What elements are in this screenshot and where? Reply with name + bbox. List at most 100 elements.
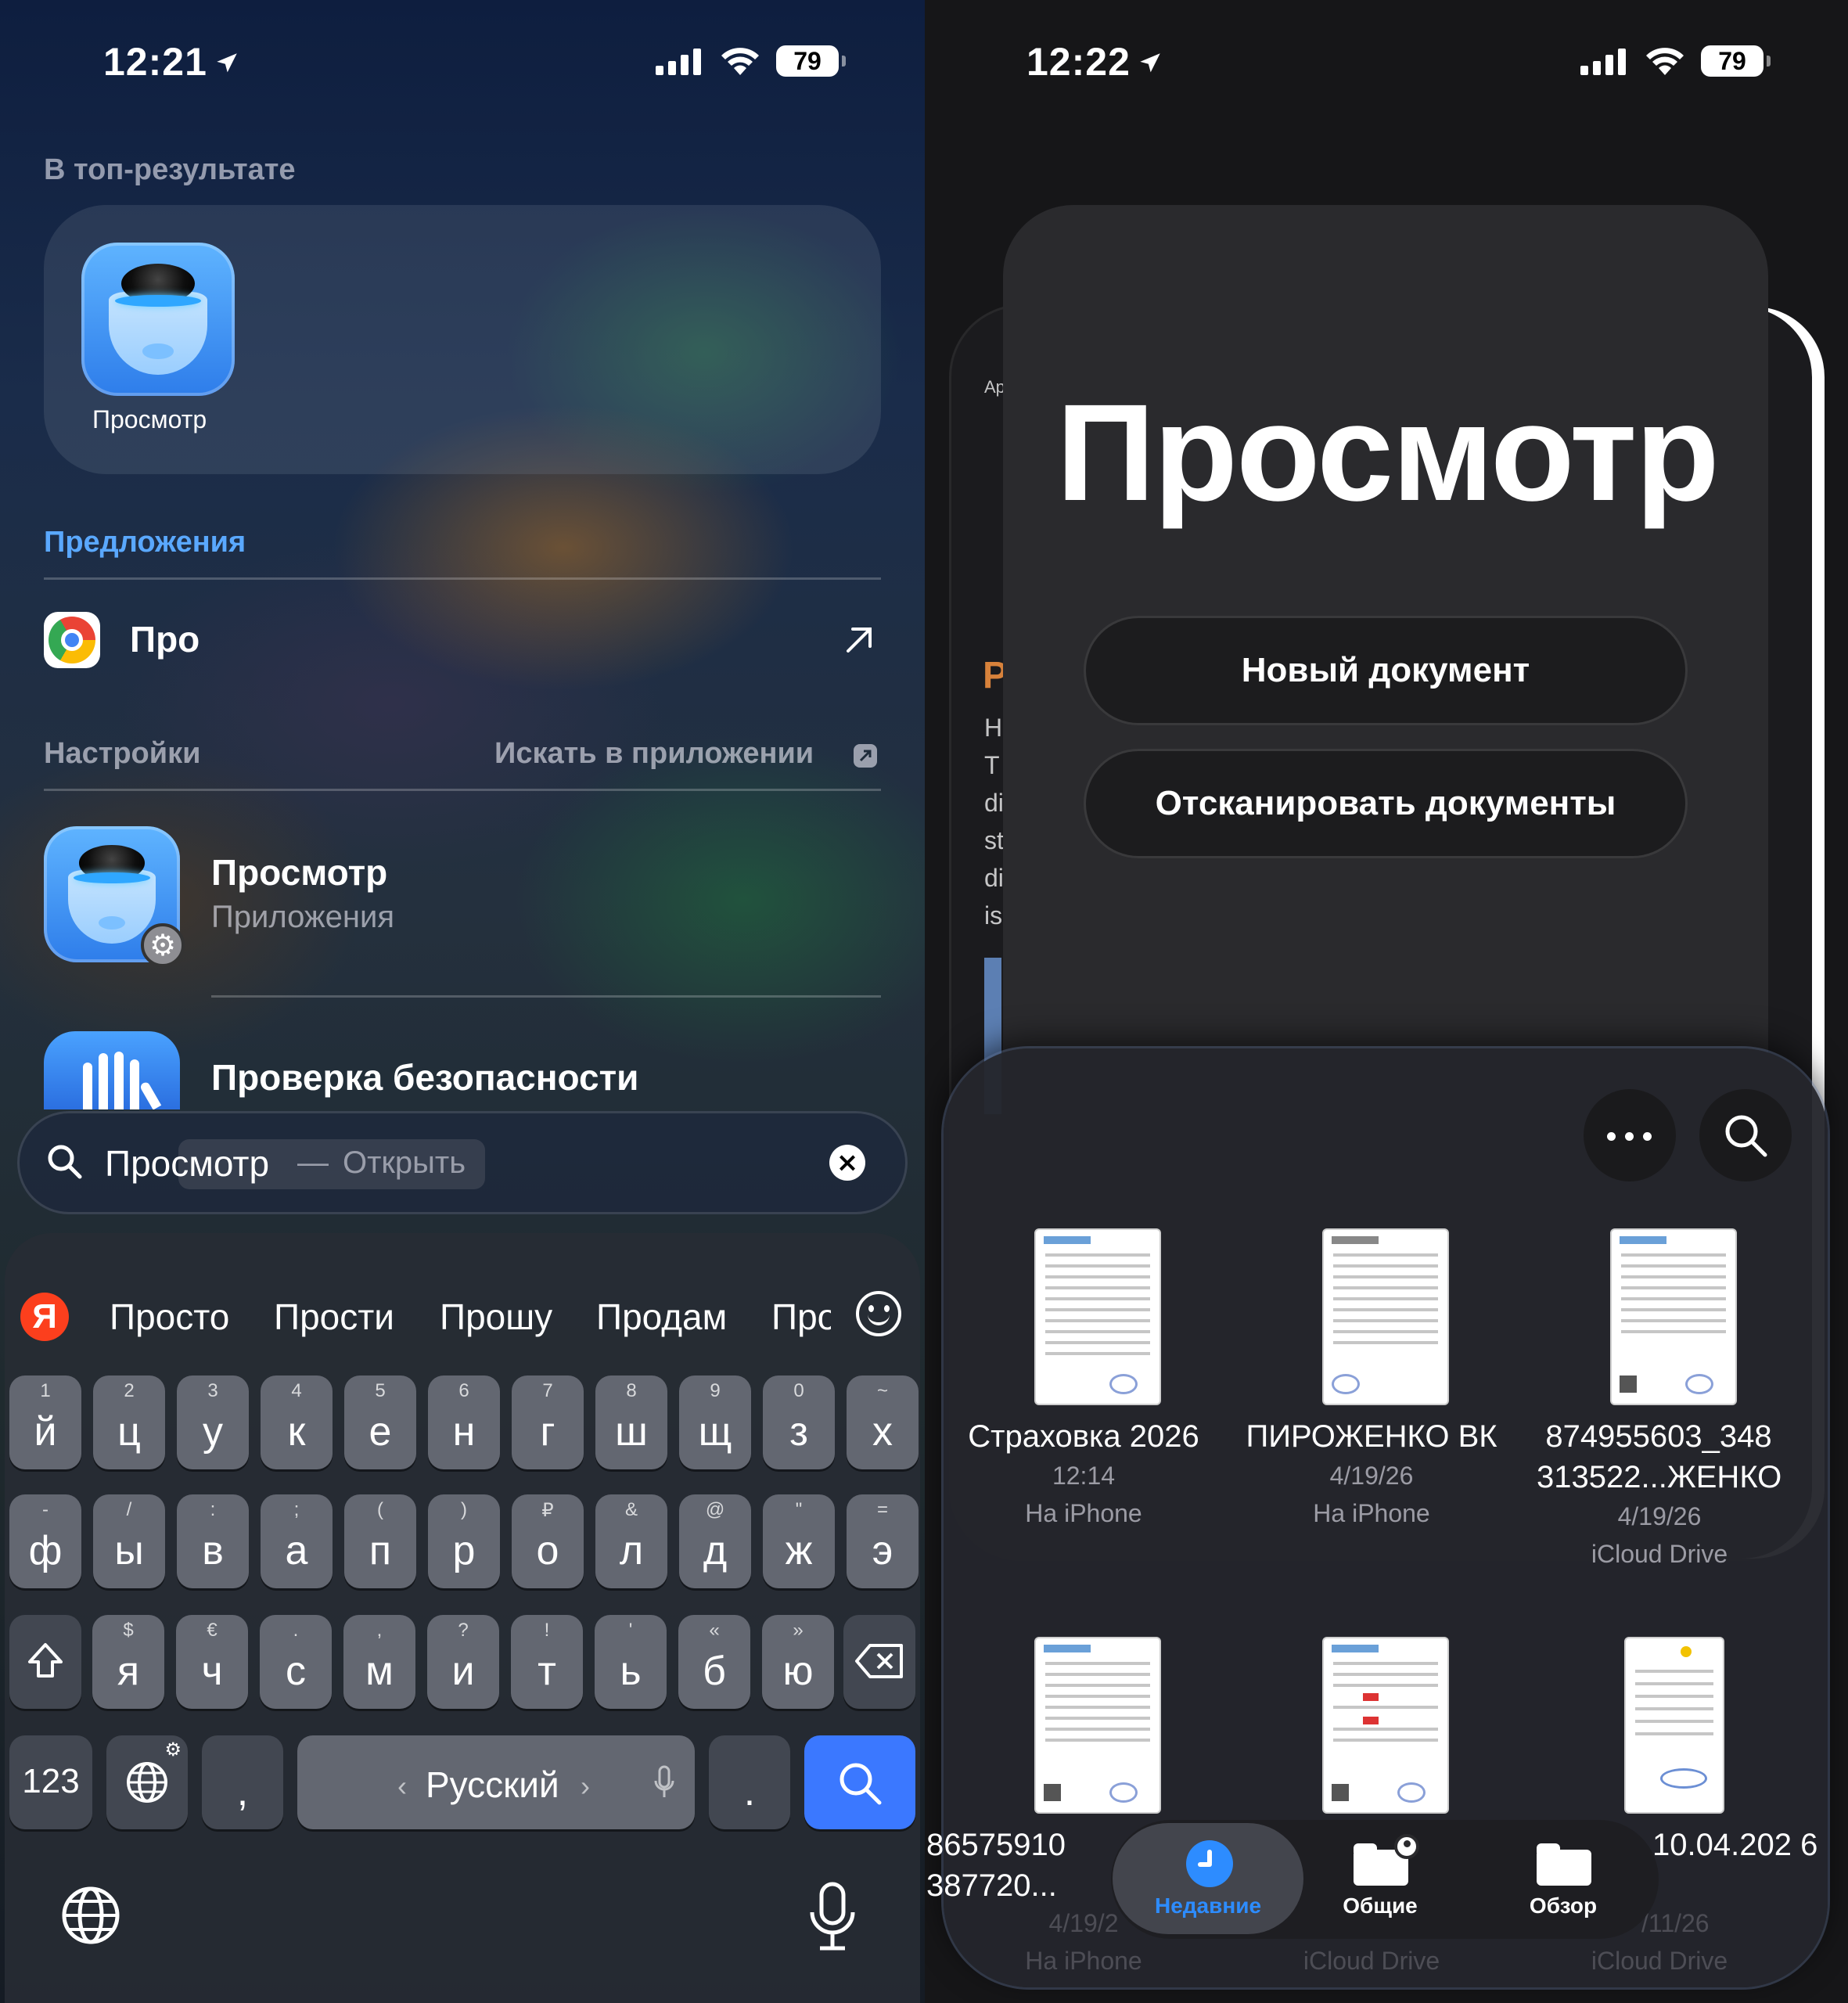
key-label: ц	[117, 1409, 141, 1455]
preview-app-icon[interactable]	[81, 243, 235, 396]
search-button[interactable]	[1699, 1089, 1792, 1181]
shift-key[interactable]	[9, 1615, 81, 1709]
keyboard-suggestion[interactable]: Прости	[274, 1296, 394, 1338]
letter-key[interactable]: :в	[177, 1494, 249, 1588]
letter-key[interactable]: ; а	[261, 1494, 333, 1588]
key-label: р	[452, 1528, 476, 1573]
keyboard-suggestion[interactable]: Про	[771, 1296, 831, 1338]
tab-browse[interactable]: Обзор	[1485, 1893, 1641, 1918]
numbers-key[interactable]: 123	[9, 1735, 92, 1829]
scan-documents-button[interactable]: Отсканировать документы	[1086, 751, 1685, 856]
letter-key[interactable]: .с	[260, 1615, 332, 1709]
result-title[interactable]: Просмотр	[211, 851, 387, 894]
letter-key[interactable]: «б	[678, 1615, 750, 1709]
letter-key[interactable]: -ф	[9, 1494, 81, 1588]
letter-key[interactable]: (п	[344, 1494, 416, 1588]
document-thumbnail[interactable]	[1626, 1638, 1723, 1812]
key-label: с	[286, 1649, 306, 1694]
letter-key[interactable]: $ я	[92, 1615, 164, 1709]
letter-key[interactable]: ,м	[343, 1615, 415, 1709]
document-thumbnail[interactable]	[1324, 1638, 1447, 1812]
arrow-up-right-icon[interactable]	[842, 623, 876, 657]
file-name[interactable]: 86575910 387720...	[926, 1825, 1098, 1906]
folder-icon[interactable]	[1537, 1843, 1591, 1886]
clear-icon[interactable]: ×	[829, 1145, 865, 1181]
letter-key[interactable]: 7г	[512, 1375, 584, 1469]
letter-key[interactable]: 1й	[9, 1375, 81, 1469]
letter-key[interactable]: 4к	[261, 1375, 333, 1469]
key-label: ы	[114, 1528, 144, 1573]
suggestions-header: Предложения	[44, 526, 246, 559]
letter-key[interactable]: ' ь	[595, 1615, 667, 1709]
letter-key[interactable]: 0з	[763, 1375, 835, 1469]
file-name[interactable]: Страховка 2026	[947, 1416, 1221, 1457]
new-document-button[interactable]: Новый документ	[1086, 618, 1685, 723]
tab-shared[interactable]: Общие	[1302, 1893, 1458, 1918]
key-label: к	[287, 1409, 306, 1455]
peek-text: Н	[984, 714, 1003, 742]
letter-key[interactable]: ~ х	[847, 1375, 919, 1469]
tab-recents[interactable]: Недавние	[1130, 1893, 1286, 1918]
letter-key[interactable]: » ю	[762, 1615, 834, 1709]
divider	[44, 577, 881, 580]
open-in-app-icon[interactable]	[853, 743, 878, 768]
keyboard-suggestion[interactable]: Прошу	[440, 1296, 552, 1338]
more-dot	[1607, 1132, 1616, 1141]
result-title[interactable]: Проверка безопасности	[211, 1056, 638, 1099]
language-key[interactable]: ⚙	[106, 1735, 188, 1829]
letter-key[interactable]: ) р	[428, 1494, 500, 1588]
letter-key[interactable]: ! т	[511, 1615, 583, 1709]
key-label: е	[369, 1409, 392, 1455]
letter-key[interactable]: € ч	[176, 1615, 248, 1709]
key-alt-label: /	[126, 1499, 132, 1520]
letter-key[interactable]: 8ш	[595, 1375, 667, 1469]
key-alt-label: 7	[542, 1380, 553, 1401]
preview-app-panel: 12:22 79 Ар Р Н Т di st di is Просмотр Н…	[925, 0, 1848, 2003]
document-thumbnail[interactable]	[1612, 1230, 1735, 1404]
peek-text: di	[984, 864, 1004, 892]
period-key[interactable]: .	[709, 1735, 790, 1829]
clock-icon[interactable]	[1186, 1840, 1233, 1887]
more-button[interactable]	[1584, 1089, 1676, 1181]
letter-key[interactable]: 6н	[428, 1375, 500, 1469]
space-key[interactable]: ‹ Русский ›	[297, 1735, 695, 1829]
key-label: г	[540, 1409, 555, 1455]
suggestion-text[interactable]: Про	[130, 618, 200, 660]
emoji-icon[interactable]	[856, 1291, 901, 1336]
key-alt-label: 4	[291, 1380, 302, 1401]
yandex-logo[interactable]: Я	[20, 1293, 69, 1341]
letter-key[interactable]: @ д	[679, 1494, 751, 1588]
key-label: ф	[28, 1528, 63, 1573]
document-thumbnail[interactable]	[1324, 1230, 1447, 1404]
key-label: а	[285, 1528, 308, 1573]
search-query[interactable]: Просмотр	[105, 1142, 269, 1185]
file-name[interactable]: 10.04.202 6	[1652, 1825, 1840, 1865]
dictation-microphone-icon[interactable]	[809, 1881, 856, 1951]
safety-check-hand-icon[interactable]	[44, 1031, 180, 1109]
backspace-key[interactable]	[843, 1615, 915, 1709]
letter-key[interactable]: ₽ о	[512, 1494, 584, 1588]
file-name[interactable]: ПИРОЖЕНКО ВК	[1235, 1416, 1508, 1457]
globe-icon[interactable]	[59, 1884, 122, 1947]
letter-key[interactable]: / ы	[93, 1494, 165, 1588]
letter-key[interactable]: 3у	[177, 1375, 249, 1469]
letter-key[interactable]: = э	[847, 1494, 919, 1588]
letter-key[interactable]: " ж	[763, 1494, 835, 1588]
search-key[interactable]	[804, 1735, 915, 1829]
space-label: Русский	[426, 1764, 559, 1805]
keyboard-suggestion[interactable]: Просто	[110, 1296, 229, 1338]
file-name[interactable]: 874955603_348 313522...ЖЕНКО	[1537, 1416, 1781, 1498]
letter-key[interactable]: ? и	[427, 1615, 499, 1709]
key-label: щ	[698, 1409, 732, 1455]
document-thumbnail[interactable]	[1036, 1230, 1159, 1404]
letter-key[interactable]: 5е	[344, 1375, 416, 1469]
keyboard-suggestion[interactable]: Продам	[596, 1296, 727, 1338]
document-thumbnail[interactable]	[1036, 1638, 1159, 1812]
comma-key[interactable]: ,	[202, 1735, 283, 1829]
key-alt-label: )	[461, 1499, 467, 1520]
letter-key[interactable]: 2ц	[93, 1375, 165, 1469]
key-label: ь	[620, 1649, 642, 1694]
letter-key[interactable]: & л	[595, 1494, 667, 1588]
letter-key[interactable]: 9щ	[679, 1375, 751, 1469]
search-in-app-link[interactable]: Искать в приложении	[494, 737, 814, 771]
